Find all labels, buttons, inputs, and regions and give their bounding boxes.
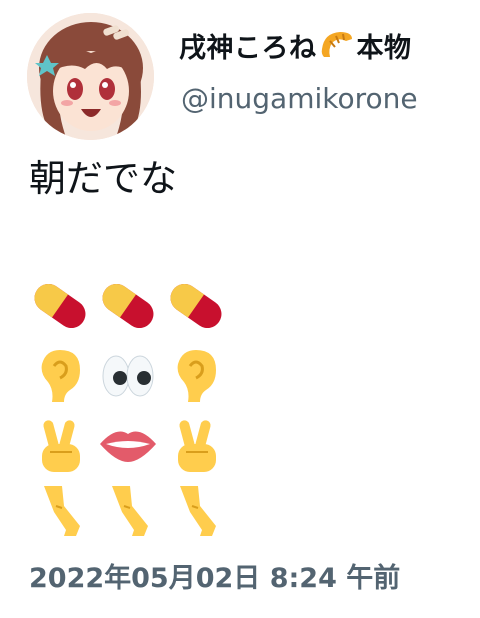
leg-icon	[172, 482, 232, 542]
author-name-row[interactable]: 戌神ころね 本物	[179, 26, 412, 65]
tweet-text: 朝だでな	[29, 157, 177, 200]
leg-icon	[36, 482, 96, 542]
author-handle[interactable]: @inugamikorone	[181, 82, 418, 115]
display-name-suffix: 本物	[356, 33, 412, 64]
display-name[interactable]: 戌神ころね	[179, 26, 317, 65]
pill-icon	[166, 276, 226, 336]
leg-icon	[104, 482, 164, 542]
tweet-timestamp[interactable]: 2022年05月02日 8:24 午前	[29, 556, 400, 595]
avatar-image	[27, 13, 154, 140]
avatar[interactable]	[27, 13, 154, 140]
mouth-icon	[98, 424, 158, 484]
croissant-icon	[318, 27, 356, 65]
pill-icon	[30, 276, 90, 336]
ear-icon	[34, 346, 94, 406]
victory-hand-icon	[172, 416, 232, 476]
pill-icon	[98, 276, 158, 336]
victory-hand-icon	[36, 416, 96, 476]
eyes-icon	[98, 348, 158, 408]
ear-icon	[170, 346, 230, 406]
